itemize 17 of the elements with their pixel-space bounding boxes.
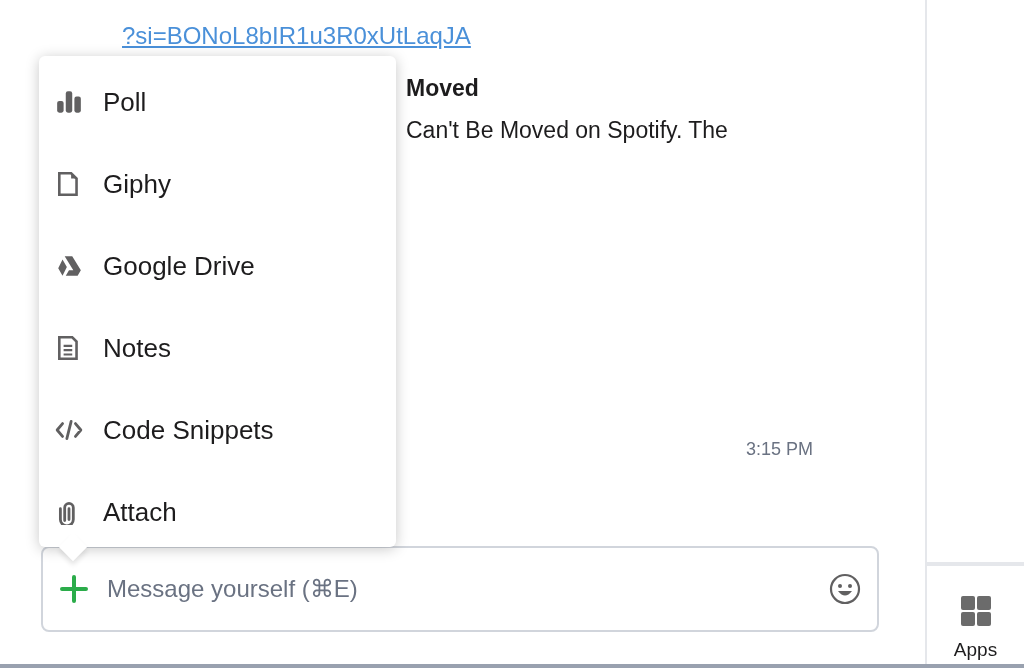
plus-icon[interactable] bbox=[59, 574, 89, 604]
menu-item[interactable]: Poll bbox=[39, 61, 396, 143]
menu-item[interactable]: Google Drive bbox=[39, 225, 396, 307]
code-icon bbox=[55, 417, 83, 443]
message-input[interactable]: Message yourself (⌘E) bbox=[107, 571, 811, 607]
preview-text: Can't Be Moved on Spotify. The bbox=[406, 116, 728, 145]
emoji-icon[interactable] bbox=[829, 573, 861, 605]
preview-title: Moved bbox=[406, 74, 480, 103]
triangle-icon bbox=[55, 253, 83, 279]
apps-button[interactable]: Apps bbox=[927, 565, 1024, 664]
message-time: 3:15 PM bbox=[746, 438, 814, 461]
menu-item[interactable]: Code Snippets bbox=[39, 389, 396, 471]
menu-item[interactable]: Giphy bbox=[39, 143, 396, 225]
menu-item[interactable]: Notes bbox=[39, 307, 396, 389]
bar-chart-icon bbox=[55, 89, 83, 115]
grid-icon bbox=[960, 595, 991, 626]
message-field[interactable]: Message yourself (⌘E) bbox=[41, 546, 879, 632]
